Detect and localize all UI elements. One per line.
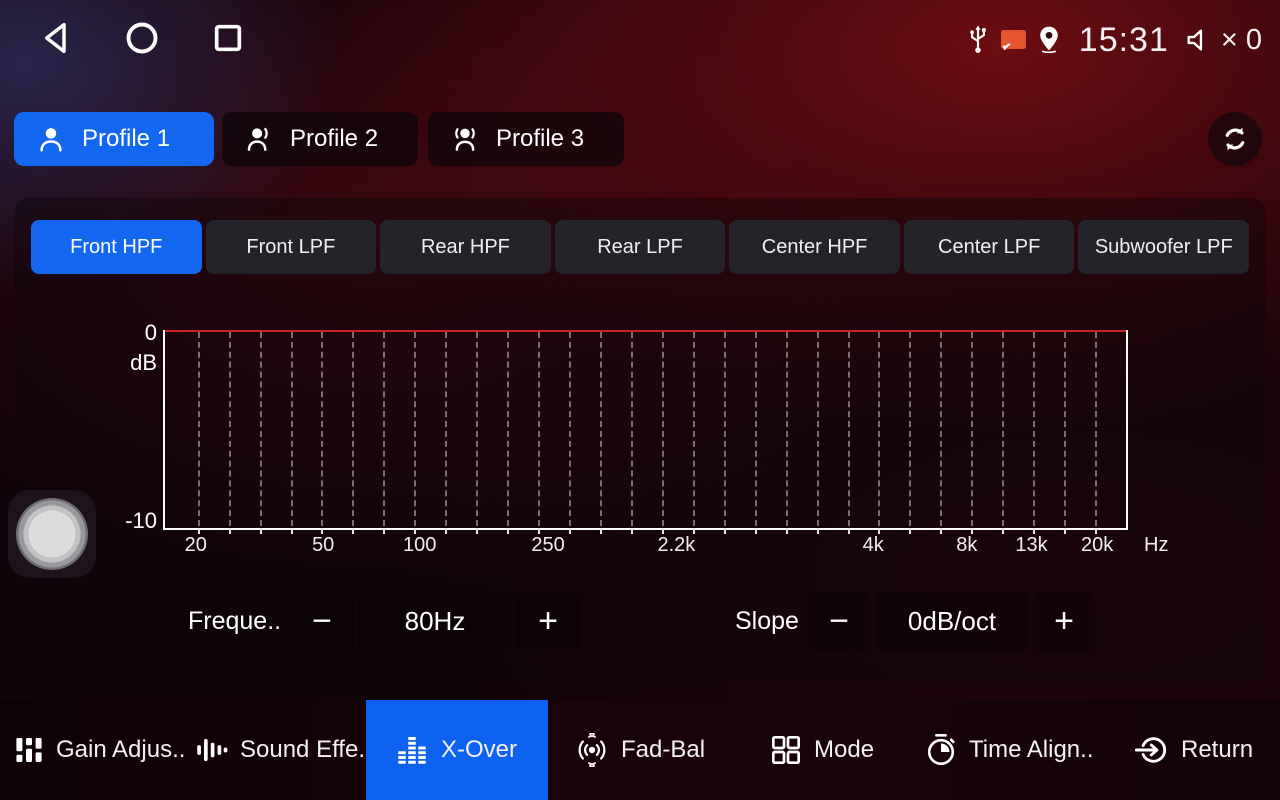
profile-2-label: Profile 2 bbox=[290, 125, 378, 153]
x-axis-tick-label: 4k bbox=[863, 534, 884, 557]
x-axis-tick-label: 8k bbox=[956, 534, 977, 557]
x-axis-tick-label: 100 bbox=[403, 534, 436, 557]
filter-tab[interactable]: Subwoofer LPF bbox=[1078, 220, 1249, 274]
filter-tab-label: Center HPF bbox=[762, 236, 868, 259]
x-axis-tick-label: 13k bbox=[1015, 534, 1047, 557]
profile-3-label: Profile 3 bbox=[496, 125, 584, 153]
profile-person-icon bbox=[36, 124, 66, 154]
filter-tabs: Front HPF Front LPF Rear HPF Rear LPF Ce… bbox=[31, 220, 1249, 274]
nav-item-mode[interactable]: Mode bbox=[770, 700, 874, 800]
return-arrow-icon bbox=[1135, 734, 1169, 766]
volume-level-text: × 0 bbox=[1221, 24, 1262, 57]
profile-person-wave-icon bbox=[244, 124, 274, 154]
filter-tab-label: Subwoofer LPF bbox=[1095, 236, 1233, 259]
status-clock: 15:31 bbox=[1079, 21, 1169, 60]
filter-tab-label: Rear LPF bbox=[597, 236, 683, 259]
nav-item-sound-effect[interactable]: Sound Effe.. bbox=[196, 700, 372, 800]
sync-icon bbox=[1219, 123, 1251, 155]
profile-person-waves-icon bbox=[450, 124, 480, 154]
y-axis-unit-db: dB bbox=[109, 350, 157, 376]
filter-tab[interactable]: Center LPF bbox=[904, 220, 1075, 274]
sound-effects-icon bbox=[196, 735, 228, 765]
x-axis-tick-label: 20 bbox=[185, 534, 207, 557]
location-icon bbox=[1036, 25, 1062, 55]
cast-icon bbox=[1000, 29, 1027, 51]
filter-tab-label: Front LPF bbox=[246, 236, 335, 259]
nav-label: Time Align.. bbox=[969, 736, 1094, 764]
filter-tab[interactable]: Rear LPF bbox=[555, 220, 726, 274]
filter-tab-label: Center LPF bbox=[938, 236, 1040, 259]
x-axis-labels: 20 50 100 250 2.2k 4k 8k 13k 20k bbox=[163, 534, 1128, 560]
slope-label: Slope bbox=[735, 592, 799, 650]
frequency-value: 80Hz bbox=[358, 592, 512, 650]
slope-value: 0dB/oct bbox=[875, 592, 1029, 650]
mode-grid-icon bbox=[770, 734, 802, 766]
x-axis-unit-hz: Hz bbox=[1144, 534, 1168, 557]
bottom-nav: Gain Adjus.. Sound Effe.. bbox=[0, 700, 1280, 800]
gain-adjust-icon bbox=[14, 735, 44, 765]
filter-tab[interactable]: Rear HPF bbox=[380, 220, 551, 274]
android-nav-buttons bbox=[38, 20, 246, 56]
response-curve-0db bbox=[165, 330, 1126, 332]
usb-icon bbox=[965, 25, 991, 55]
filter-tab-label: Front HPF bbox=[70, 236, 162, 259]
frequency-minus-button[interactable]: − bbox=[290, 592, 354, 650]
profile-2-button[interactable]: Profile 2 bbox=[222, 112, 418, 166]
x-axis-tick-label: 50 bbox=[312, 534, 334, 557]
nav-label: Fad-Bal bbox=[621, 736, 705, 764]
x-axis-tick-label: 20k bbox=[1081, 534, 1113, 557]
filter-tab[interactable]: Center HPF bbox=[729, 220, 900, 274]
frequency-label: Freque.. bbox=[188, 592, 281, 650]
filter-tab-label: Rear HPF bbox=[421, 236, 510, 259]
profile-1-button[interactable]: Profile 1 bbox=[14, 112, 214, 166]
recents-icon[interactable] bbox=[210, 20, 246, 56]
volume-muted-icon bbox=[1184, 26, 1212, 54]
fader-balance-icon bbox=[575, 733, 609, 767]
frequency-response-plot bbox=[163, 330, 1128, 530]
profile-row: Profile 1 Profile 2 Profile 3 bbox=[14, 112, 1266, 166]
slope-minus-button[interactable]: − bbox=[807, 592, 871, 650]
nav-label: X-Over bbox=[441, 736, 517, 764]
back-icon[interactable] bbox=[38, 20, 74, 56]
nav-label: Gain Adjus.. bbox=[56, 736, 185, 764]
stopwatch-icon bbox=[925, 733, 957, 767]
x-axis-tick-label: 250 bbox=[531, 534, 564, 557]
nav-item-xover[interactable]: X-Over bbox=[366, 700, 548, 800]
nav-item-time-align[interactable]: Time Align.. bbox=[925, 700, 1094, 800]
nav-label: Return bbox=[1181, 736, 1253, 764]
equalizer-icon bbox=[397, 735, 427, 765]
xover-panel: Front HPF Front LPF Rear HPF Rear LPF Ce… bbox=[14, 198, 1266, 682]
frequency-plus-button[interactable]: + bbox=[516, 592, 580, 650]
profile-3-button[interactable]: Profile 3 bbox=[428, 112, 624, 166]
y-axis-label-neg10: -10 bbox=[99, 508, 157, 534]
floating-knob-button[interactable] bbox=[8, 490, 96, 578]
value-controls: Freque.. − 80Hz + Slope − 0dB/oct + bbox=[14, 592, 1266, 650]
x-axis-tick-label: 2.2k bbox=[657, 534, 695, 557]
knob-icon bbox=[16, 498, 88, 570]
nav-item-fad-bal[interactable]: Fad-Bal bbox=[575, 700, 705, 800]
status-bar: 15:31 × 0 bbox=[0, 0, 1280, 80]
sync-button[interactable] bbox=[1208, 112, 1262, 166]
filter-tab[interactable]: Front LPF bbox=[206, 220, 377, 274]
car-audio-xover-screen: 15:31 × 0 Profile 1 bbox=[0, 0, 1280, 800]
nav-label: Sound Effe.. bbox=[240, 736, 372, 764]
status-icons: 15:31 × 0 bbox=[965, 14, 1262, 66]
profile-1-label: Profile 1 bbox=[82, 125, 170, 153]
nav-item-gain-adjust[interactable]: Gain Adjus.. bbox=[14, 700, 185, 800]
y-axis-label-0: 0 bbox=[109, 320, 157, 346]
chart-gridlines bbox=[165, 330, 1126, 528]
home-icon[interactable] bbox=[124, 20, 160, 56]
filter-tab[interactable]: Front HPF bbox=[31, 220, 202, 274]
nav-item-return[interactable]: Return bbox=[1135, 700, 1253, 800]
nav-label: Mode bbox=[814, 736, 874, 764]
slope-plus-button[interactable]: + bbox=[1033, 592, 1095, 650]
